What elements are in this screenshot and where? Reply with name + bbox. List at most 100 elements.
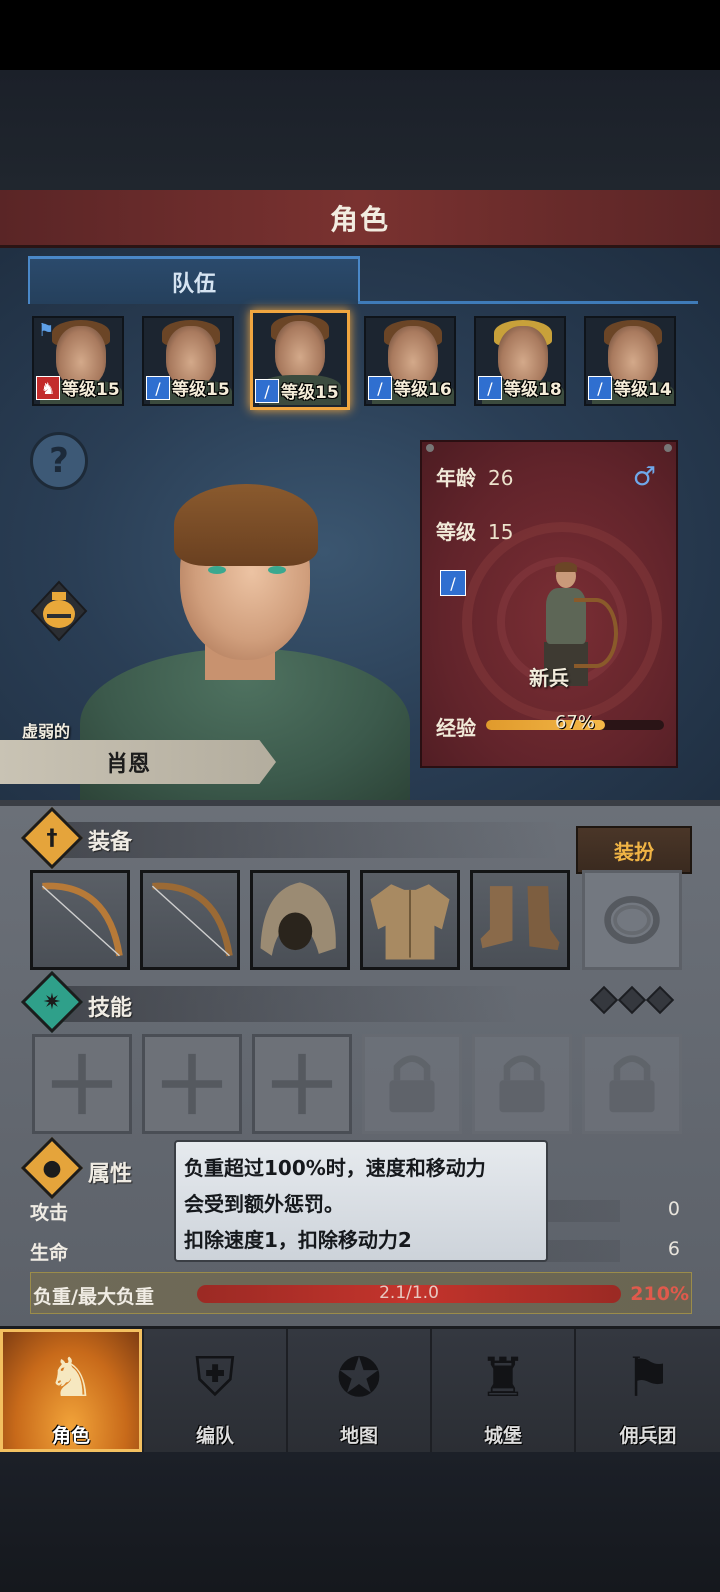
character-trait: 虚弱的 [22, 722, 71, 741]
portrait-2[interactable]: / 等级15 [142, 316, 234, 406]
skill-slot-2[interactable] [142, 1034, 242, 1134]
tab-team-label: 队伍 [171, 271, 216, 297]
character-name-bar[interactable]: 肖恩 [0, 740, 276, 784]
dress-button[interactable]: 装扮 [576, 826, 692, 874]
sword-cross-icon: † [46, 825, 58, 851]
dress-button-label: 装扮 [614, 839, 654, 864]
equipment-header-band [60, 822, 560, 858]
nav-formation-label: 编队 [195, 1425, 234, 1447]
archer-bow [574, 598, 618, 668]
portrait-level: 等级18 [504, 380, 562, 400]
equip-slot-ring[interactable] [582, 870, 682, 970]
tooltip-line-2: 会受到额外惩罚。 [184, 1192, 344, 1216]
bottom-backdrop [0, 1452, 720, 1592]
nav-character[interactable]: ♞ 角色 [0, 1329, 144, 1452]
skill-slot-locked-2[interactable] [472, 1034, 572, 1134]
skills-label: 技能 [88, 996, 133, 1021]
nav-formation[interactable]: ⛨ 编队 [144, 1329, 288, 1452]
star-icon: ✷ [42, 989, 62, 1015]
load-label: 负重/最大负重 [33, 1286, 154, 1308]
skill-slot-locked-1[interactable] [362, 1034, 462, 1134]
status-bar-area [0, 0, 720, 70]
archer-hair [555, 562, 577, 572]
cross-icon [51, 1053, 113, 1115]
male-icon: ♂ [632, 462, 656, 492]
lock-icon [389, 1055, 435, 1113]
sword-icon: / [255, 379, 279, 403]
equip-slot-weapon[interactable] [30, 870, 130, 970]
equipment-label: 装备 [88, 830, 133, 855]
sword-icon: / [440, 570, 466, 596]
question-icon: ? [49, 441, 69, 481]
tab-team[interactable]: 队伍 [28, 256, 360, 304]
portrait-3-selected[interactable]: / 等级15 [250, 310, 350, 410]
lock-icon [499, 1055, 545, 1113]
portrait-5[interactable]: / 等级18 [474, 316, 566, 406]
sword-icon: / [588, 376, 612, 400]
age-row: 年龄 26 [436, 462, 513, 491]
helmet-icon: ⛨ [194, 1345, 236, 1408]
sword-icon: / [146, 376, 170, 400]
nav-castle-label: 城堡 [483, 1425, 522, 1447]
attributes-label: 属性 [88, 1162, 133, 1187]
load-value: 2.1/1.0 [379, 1283, 439, 1303]
age-label: 年龄 [436, 466, 476, 490]
portrait-1[interactable]: ⚑ ♞ 等级15 [32, 316, 124, 406]
nav-mercenary-label: 佣兵团 [619, 1425, 677, 1447]
banner-icon: ⚑ [623, 1345, 673, 1409]
tooltip-line-1: 负重超过100%时，速度和移动力 [184, 1156, 486, 1180]
nav-map[interactable]: ✪ 地图 [288, 1329, 432, 1452]
tunic-icon [370, 884, 450, 960]
attack-value: 0 [667, 1198, 680, 1220]
leader-flag-icon: ⚑ [38, 320, 55, 341]
tooltip-line-3: 扣除速度1，扣除移动力2 [184, 1228, 412, 1252]
portrait-4[interactable]: / 等级16 [364, 316, 456, 406]
nav-mercenary[interactable]: ⚑ 佣兵团 [576, 1329, 720, 1452]
level-value: 15 [488, 520, 514, 544]
portrait-level: 等级15 [62, 380, 120, 400]
load-row[interactable]: 负重/最大负重 2.1/1.0 210% [30, 1272, 692, 1314]
bow-icon [151, 882, 233, 957]
skill-slot-3[interactable] [252, 1034, 352, 1134]
hero-eye-right [268, 566, 286, 574]
level-row: 等级 15 [436, 516, 513, 545]
cross-icon [161, 1053, 223, 1115]
sword-icon: / [478, 376, 502, 400]
bow-icon [41, 882, 123, 957]
load-percent: 210% [630, 1283, 689, 1305]
equip-slot-offhand[interactable] [140, 870, 240, 970]
boots-icon [480, 886, 560, 951]
nav-castle[interactable]: ♜ 城堡 [432, 1329, 576, 1452]
xp-label: 经验 [436, 716, 476, 740]
cross-icon [271, 1053, 333, 1115]
flag-red-icon: ♞ [36, 376, 60, 400]
page-title: 角色 [329, 202, 390, 236]
skill-slot-locked-3[interactable] [582, 1034, 682, 1134]
knight-icon: ♞ [46, 1345, 96, 1409]
castle-icon: ♜ [478, 1345, 528, 1409]
lock-icon [609, 1055, 655, 1113]
nav-map-label: 地图 [339, 1425, 378, 1447]
team-portraits: ⚑ ♞ 等级15 / 等级15 / 等级15 / 等级16 / 等级18 / 等… [32, 310, 692, 410]
hero-hair [174, 484, 318, 566]
equip-slot-body[interactable] [360, 870, 460, 970]
skill-point-diamond [645, 985, 675, 1015]
top-backdrop [0, 70, 720, 190]
equip-slot-head[interactable] [250, 870, 350, 970]
level-label: 等级 [436, 520, 476, 544]
ring-icon [604, 896, 660, 944]
skill-points [589, 985, 675, 1015]
equip-slot-feet[interactable] [470, 870, 570, 970]
portrait-level: 等级15 [281, 383, 339, 403]
attack-label: 攻击 [30, 1202, 69, 1224]
nav-character-label: 角色 [51, 1425, 90, 1447]
hero-eye-left [208, 566, 226, 574]
hood-icon [260, 882, 336, 956]
character-name: 肖恩 [105, 752, 150, 777]
compass-map-icon: ✪ [336, 1345, 382, 1409]
class-name: 新兵 [529, 666, 569, 690]
info-card: 年龄 26 ♂ 等级 15 / 新兵 经验 67% [420, 440, 678, 768]
portrait-face [275, 321, 325, 381]
portrait-6[interactable]: / 等级14 [584, 316, 676, 406]
skill-slot-1[interactable] [32, 1034, 132, 1134]
